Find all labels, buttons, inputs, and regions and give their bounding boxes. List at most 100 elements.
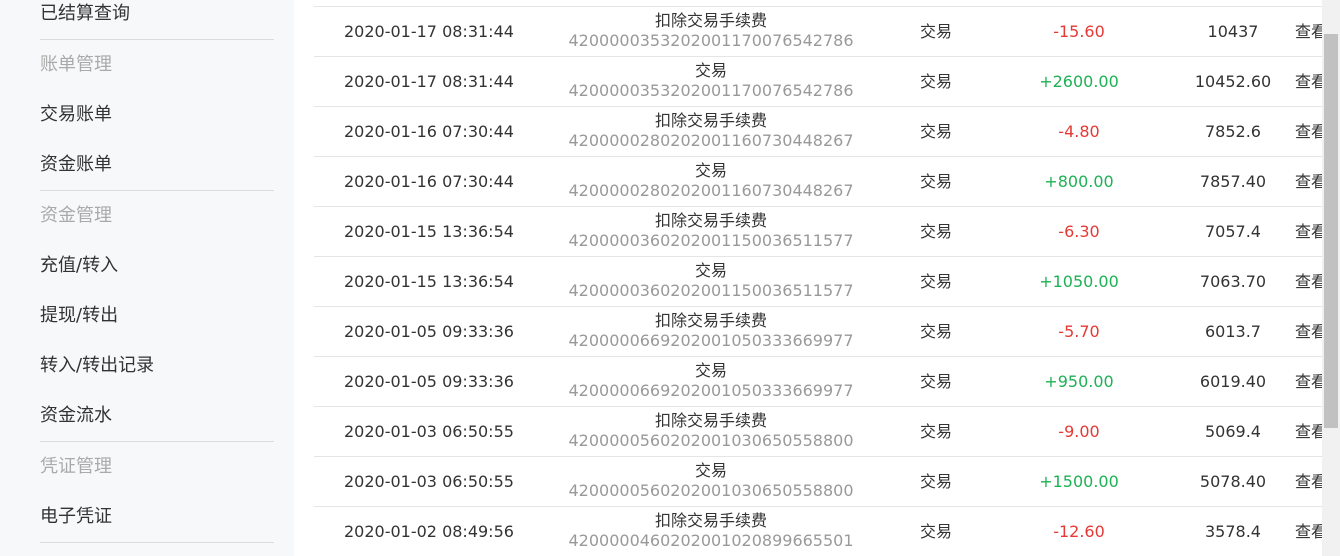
table-row: 2020-01-15 13:36:54 扣除交易手续费 42000003602020… [314, 206, 1322, 256]
row-balance: 7857.40 [1199, 172, 1267, 191]
sidebar-group-fund-management: 资金管理 [40, 205, 112, 226]
row-description: 扣除交易手续费 4200000460202001020899665501 [536, 507, 886, 556]
row-type: 交易 [919, 322, 952, 341]
row-amount: -6.30 [1058, 222, 1100, 241]
row-amount: +950.00 [1044, 372, 1114, 391]
row-transaction-number: 4200000460202001020899665501 [568, 531, 854, 550]
sidebar-group-bill-management: 账单管理 [40, 54, 112, 75]
row-type: 交易 [919, 372, 952, 391]
row-amount: -4.80 [1058, 122, 1100, 141]
row-description-title: 交易 [694, 61, 727, 80]
sidebar-group-voucher-management: 凭证管理 [40, 456, 112, 477]
row-type: 交易 [919, 72, 952, 91]
row-balance: 5078.40 [1199, 472, 1267, 491]
row-amount: -9.00 [1058, 422, 1100, 441]
row-balance: 10437 [1207, 22, 1259, 41]
row-description-title: 扣除交易手续费 [654, 11, 767, 30]
row-description-title: 扣除交易手续费 [654, 411, 767, 430]
view-detail-link[interactable]: 查看 [1295, 457, 1322, 506]
row-description: 扣除交易手续费 4200000560202001030650558800 [536, 407, 886, 456]
row-time: 2020-01-05 09:33:36 [344, 322, 514, 341]
row-description-title: 扣除交易手续费 [654, 311, 767, 330]
row-type: 交易 [919, 122, 952, 141]
row-transaction-number: 4200000560202001030650558800 [568, 481, 854, 500]
row-transaction-number: 4200000560202001030650558800 [568, 431, 854, 450]
view-detail-link[interactable]: 查看 [1295, 57, 1322, 106]
row-time: 2020-01-17 08:31:44 [344, 22, 514, 41]
row-description-title: 扣除交易手续费 [654, 211, 767, 230]
table-row: 2020-01-03 06:50:55 交易 4200000560202001030… [314, 456, 1322, 506]
row-transaction-number: 4200000280202001160730448267 [568, 131, 854, 150]
row-time: 2020-01-16 07:30:44 [344, 122, 514, 141]
row-balance: 6013.7 [1205, 322, 1261, 341]
view-detail-link[interactable]: 查看 [1295, 357, 1322, 406]
sidebar-item-recharge[interactable]: 充值/转入 [40, 241, 274, 291]
sidebar-item-withdraw[interactable]: 提现/转出 [40, 291, 274, 341]
table-row: 2020-01-02 08:49:56 扣除交易手续费 42000004602020… [314, 506, 1322, 556]
row-description-title: 交易 [694, 361, 727, 380]
row-description-title: 交易 [694, 161, 727, 180]
table-row: 2020-01-17 08:31:44 扣除交易手续费 42000003532020… [314, 6, 1322, 56]
view-detail-link[interactable]: 查看 [1295, 257, 1322, 306]
row-type: 交易 [919, 272, 952, 291]
view-detail-link[interactable]: 查看 [1295, 7, 1322, 56]
row-amount: -12.60 [1053, 522, 1105, 541]
row-description: 交易 4200000353202001170076542786 [536, 57, 886, 106]
row-time: 2020-01-16 07:30:44 [344, 172, 514, 191]
row-amount: +800.00 [1044, 172, 1114, 191]
sidebar-item-fund-flow[interactable]: 资金流水 [40, 391, 274, 441]
sidebar-item-fund-bill[interactable]: 资金账单 [40, 140, 274, 190]
row-description: 交易 4200000560202001030650558800 [536, 457, 886, 506]
table-row: 2020-01-16 07:30:44 扣除交易手续费 42000002802020… [314, 106, 1322, 156]
row-amount: +1050.00 [1039, 272, 1119, 291]
row-transaction-number: 4200000280202001160730448267 [568, 181, 854, 200]
table-row: 2020-01-05 09:33:36 扣除交易手续费 42000006692020… [314, 306, 1322, 356]
row-type: 交易 [919, 472, 952, 491]
scrollbar-thumb[interactable] [1324, 34, 1338, 428]
view-detail-link[interactable]: 查看 [1295, 107, 1322, 156]
row-balance: 3578.4 [1205, 522, 1261, 541]
row-time: 2020-01-17 08:31:44 [344, 72, 514, 91]
row-transaction-number: 4200000353202001170076542786 [568, 81, 854, 100]
row-amount: -15.60 [1053, 22, 1105, 41]
table-row: 2020-01-03 06:50:55 扣除交易手续费 42000005602020… [314, 406, 1322, 456]
sidebar-item-settled-query[interactable]: 已结算查询 [40, 0, 274, 39]
row-transaction-number: 4200000360202001150036511577 [568, 281, 854, 300]
row-description-title: 扣除交易手续费 [654, 111, 767, 130]
row-transaction-number: 4200000360202001150036511577 [568, 231, 854, 250]
row-description: 交易 4200000360202001150036511577 [536, 257, 886, 306]
row-type: 交易 [919, 22, 952, 41]
row-time: 2020-01-15 13:36:54 [344, 272, 514, 291]
row-balance: 5069.4 [1205, 422, 1261, 441]
row-transaction-number: 4200000353202001170076542786 [568, 31, 854, 50]
sidebar-divider [40, 542, 274, 543]
row-description: 交易 4200000280202001160730448267 [536, 157, 886, 206]
table-row: 2020-01-15 13:36:54 交易 4200000360202001150… [314, 256, 1322, 306]
row-amount: +1500.00 [1039, 472, 1119, 491]
row-description: 交易 4200000669202001050333669977 [536, 357, 886, 406]
view-detail-link[interactable]: 查看 [1295, 507, 1322, 556]
row-balance: 7057.4 [1205, 222, 1261, 241]
row-amount: +2600.00 [1039, 72, 1119, 91]
sidebar-item-e-voucher[interactable]: 电子凭证 [40, 492, 274, 542]
row-transaction-number: 4200000669202001050333669977 [568, 331, 854, 350]
row-balance: 6019.40 [1199, 372, 1267, 391]
row-description-title: 交易 [694, 461, 727, 480]
row-time: 2020-01-03 06:50:55 [344, 472, 514, 491]
vertical-scrollbar[interactable] [1322, 0, 1340, 556]
view-detail-link[interactable]: 查看 [1295, 307, 1322, 356]
fund-flow-panel: 2020-01-17 08:31:44 扣除交易手续费 42000003532020… [294, 0, 1322, 556]
sidebar-item-transaction-bill[interactable]: 交易账单 [40, 90, 274, 140]
view-detail-link[interactable]: 查看 [1295, 207, 1322, 256]
view-detail-link[interactable]: 查看 [1295, 407, 1322, 456]
row-type: 交易 [919, 172, 952, 191]
table-row: 2020-01-17 08:31:44 交易 4200000353202001170… [314, 56, 1322, 106]
sidebar-item-transfer-records[interactable]: 转入/转出记录 [40, 341, 274, 391]
row-balance: 7063.70 [1199, 272, 1267, 291]
fund-flow-table: 2020-01-17 08:31:44 扣除交易手续费 42000003532020… [314, 6, 1322, 556]
sidebar: 已结算查询 账单管理 交易账单 资金账单 资金管理 充值/转入 提现/转出 转入… [0, 0, 294, 556]
row-description: 扣除交易手续费 4200000353202001170076542786 [536, 7, 886, 56]
view-detail-link[interactable]: 查看 [1295, 157, 1322, 206]
row-description-title: 交易 [694, 261, 727, 280]
row-description-title: 扣除交易手续费 [654, 511, 767, 530]
